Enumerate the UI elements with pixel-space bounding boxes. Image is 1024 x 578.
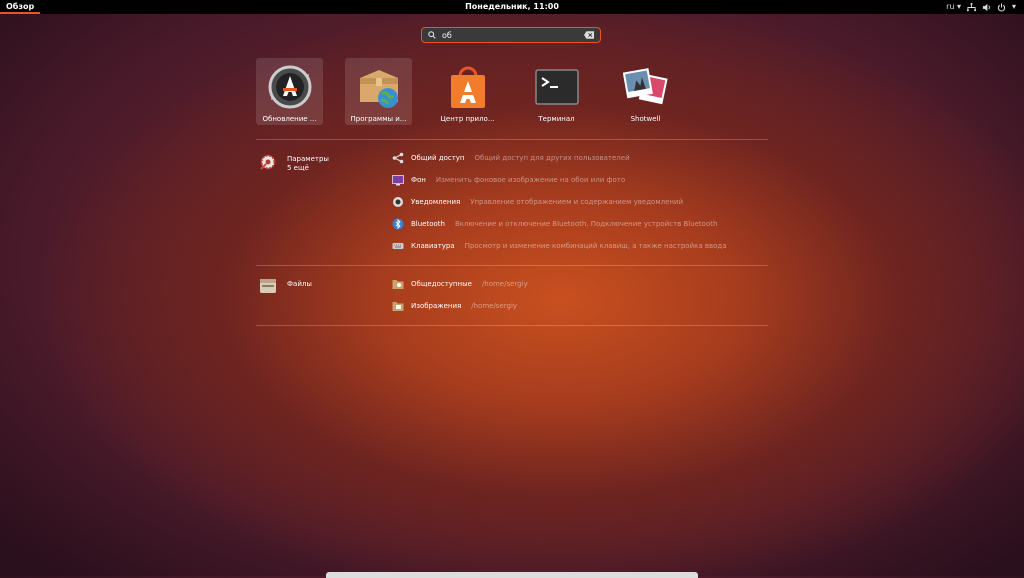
result-bluetooth[interactable]: Bluetooth Включение и отключение Bluetoo… bbox=[392, 218, 717, 230]
bluetooth-icon bbox=[392, 218, 404, 230]
volume-icon[interactable] bbox=[982, 3, 991, 12]
app-shotwell[interactable]: Shotwell bbox=[612, 58, 679, 125]
result-pictures-folder[interactable]: Изображения /home/sergiy bbox=[392, 300, 517, 312]
search-box[interactable] bbox=[421, 27, 601, 43]
result-public-folder[interactable]: Общедоступные /home/sergiy bbox=[392, 278, 528, 290]
separator bbox=[256, 265, 768, 266]
result-title: Изображения bbox=[411, 302, 462, 310]
system-tray[interactable]: ru ▾ ▾ bbox=[946, 0, 1016, 14]
shotwell-icon bbox=[622, 68, 668, 105]
search-input[interactable] bbox=[442, 29, 582, 41]
ubuntu-software-icon bbox=[450, 66, 485, 108]
separator bbox=[256, 325, 768, 326]
result-title: Уведомления bbox=[411, 198, 461, 206]
chevron-down-icon: ▾ bbox=[1011, 2, 1016, 11]
result-background[interactable]: Фон Изменить фоновое изображение на обои… bbox=[392, 174, 625, 186]
provider-name: Файлы bbox=[287, 280, 312, 288]
provider-files[interactable]: Файлы bbox=[287, 280, 312, 289]
background-icon bbox=[392, 175, 404, 186]
keyboard-icon bbox=[392, 243, 404, 249]
settings-icon[interactable] bbox=[259, 153, 277, 171]
result-description: Включение и отключение Bluetooth. Подклю… bbox=[454, 220, 718, 228]
files-icon[interactable] bbox=[259, 277, 277, 295]
result-description: Управление отображением и содержанием ув… bbox=[470, 198, 684, 206]
clear-search-icon[interactable] bbox=[584, 31, 594, 39]
app-label: Терминал bbox=[538, 115, 575, 123]
result-title: Фон bbox=[411, 176, 426, 184]
clock[interactable]: Понедельник, 11:00 bbox=[0, 0, 1024, 14]
app-label: Программы и... bbox=[350, 115, 407, 123]
share-icon bbox=[392, 152, 404, 164]
result-sharing[interactable]: Общий доступ Общий доступ для других пол… bbox=[392, 152, 630, 164]
separator bbox=[256, 139, 768, 140]
app-label: Центр прило... bbox=[440, 115, 495, 123]
public-folder-icon bbox=[392, 280, 404, 289]
result-title: Клавиатура bbox=[411, 242, 455, 250]
chevron-down-icon: ▾ bbox=[956, 2, 961, 11]
workspace-thumbnail[interactable] bbox=[326, 572, 698, 578]
result-title: Общедоступные bbox=[411, 280, 472, 288]
app-label: Обновление ... bbox=[262, 115, 317, 123]
software-properties-icon bbox=[359, 70, 398, 108]
notifications-icon bbox=[393, 197, 403, 207]
result-description: Общий доступ для других пользователей bbox=[474, 154, 630, 162]
software-updater-icon bbox=[268, 65, 311, 109]
result-description: /home/sergiy bbox=[471, 302, 518, 310]
app-software-properties[interactable]: Программы и... bbox=[345, 58, 412, 125]
result-notifications[interactable]: Уведомления Управление отображением и со… bbox=[392, 196, 683, 208]
result-title: Bluetooth bbox=[411, 220, 445, 228]
provider-more[interactable]: 5 ещё bbox=[287, 164, 329, 173]
language-label: ru bbox=[946, 2, 955, 11]
language-indicator[interactable]: ru ▾ bbox=[946, 0, 961, 14]
result-description: Изменить фоновое изображение на обои или… bbox=[435, 176, 626, 184]
app-software-updater[interactable]: Обновление ... bbox=[256, 58, 323, 125]
result-description: /home/sergiy bbox=[481, 280, 528, 288]
power-icon[interactable] bbox=[997, 2, 1006, 12]
provider-settings[interactable]: Параметры 5 ещё bbox=[287, 155, 329, 173]
result-description: Просмотр и изменение комбинаций клавиш, … bbox=[464, 242, 727, 250]
app-ubuntu-software[interactable]: Центр прило... bbox=[434, 58, 501, 125]
search-icon bbox=[428, 31, 436, 39]
top-bar: Обзор Понедельник, 11:00 ru ▾ ▾ bbox=[0, 0, 1024, 14]
app-terminal[interactable]: Терминал bbox=[523, 58, 590, 125]
result-title: Общий доступ bbox=[411, 154, 465, 162]
result-keyboard[interactable]: Клавиатура Просмотр и изменение комбинац… bbox=[392, 240, 727, 252]
app-results: Обновление ... Программы и... Центр прил… bbox=[256, 58, 701, 125]
pictures-folder-icon bbox=[392, 302, 404, 311]
provider-name: Параметры bbox=[287, 155, 329, 163]
terminal-icon bbox=[534, 69, 579, 105]
network-icon[interactable] bbox=[966, 2, 976, 12]
app-label: Shotwell bbox=[630, 115, 661, 123]
